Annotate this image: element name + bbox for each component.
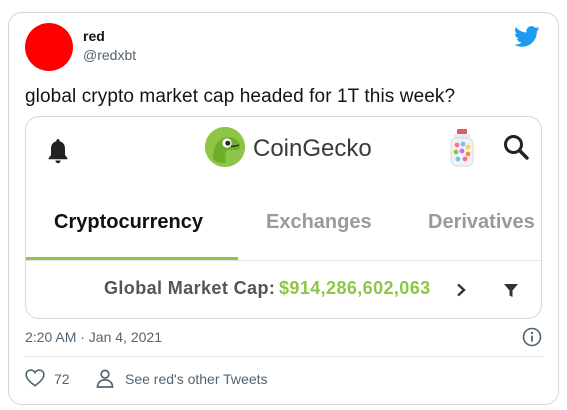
- person-icon[interactable]: [96, 369, 114, 388]
- twitter-bird-icon[interactable]: [514, 26, 540, 48]
- tweet-card[interactable]: red @redxbt global crypto market cap hea…: [8, 12, 559, 405]
- global-market-cap-value: $914,286,602,063: [279, 278, 431, 298]
- tab-derivatives[interactable]: Derivatives: [428, 211, 535, 234]
- tweet-timestamp[interactable]: 2:20 AM · Jan 4, 2021: [25, 329, 162, 345]
- heart-icon[interactable]: [25, 369, 45, 387]
- coingecko-brand: CoinGecko: [253, 135, 372, 162]
- chevron-right-icon[interactable]: [456, 283, 466, 297]
- see-other-tweets-link[interactable]: See red's other Tweets: [125, 371, 268, 387]
- author-handle[interactable]: @redxbt: [83, 47, 136, 63]
- filter-icon[interactable]: [504, 284, 518, 298]
- tweet-text: global crypto market cap headed for 1T t…: [25, 86, 456, 107]
- like-count[interactable]: 72: [54, 371, 70, 387]
- coingecko-logo-icon: [205, 127, 245, 167]
- info-icon[interactable]: [522, 327, 542, 347]
- global-market-cap-label: Global Market Cap:: [104, 278, 276, 298]
- action-divider: [25, 356, 544, 357]
- bell-icon: [48, 139, 68, 164]
- global-market-cap-row[interactable]: Global Market Cap: $914,286,602,063: [26, 261, 541, 318]
- embedded-screenshot[interactable]: CoinGecko Cryptocurrency Exchanges Deriv…: [25, 116, 542, 319]
- tab-exchanges[interactable]: Exchanges: [266, 211, 372, 234]
- avatar[interactable]: [25, 23, 73, 71]
- candy-jar-icon[interactable]: [447, 129, 477, 169]
- author-name[interactable]: red: [83, 28, 105, 44]
- search-icon[interactable]: [502, 133, 530, 161]
- tab-cryptocurrency[interactable]: Cryptocurrency: [54, 211, 203, 234]
